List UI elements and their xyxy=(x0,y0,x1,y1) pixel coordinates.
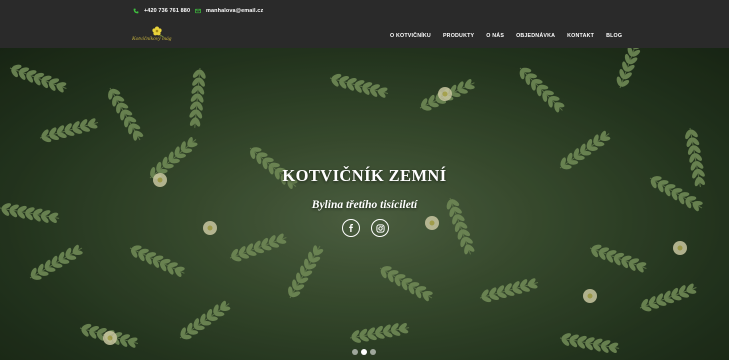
phone-number: +420 736 761 880 xyxy=(144,8,191,14)
instagram-icon xyxy=(375,223,385,233)
nav-item-blog[interactable]: BLOG xyxy=(606,33,622,39)
nav-item-o-kotvicniku[interactable]: O KOTVIČNÍKU xyxy=(390,33,431,39)
nav-item-objednavka[interactable]: OBJEDNÁVKA xyxy=(516,33,555,39)
page: +420 736 761 880 manhalova@email.cz Kotv… xyxy=(0,0,729,360)
slider-dots xyxy=(352,349,376,355)
top-bar: +420 736 761 880 manhalova@email.cz Kotv… xyxy=(0,0,729,48)
facebook-icon xyxy=(349,224,353,232)
main-nav: O KOTVIČNÍKU PRODUKTY O NÁS OBJEDNÁVKA K… xyxy=(390,33,622,39)
site-logo[interactable]: Kotvičníkový mág xyxy=(132,26,188,46)
nav-item-o-nas[interactable]: O NÁS xyxy=(486,33,504,39)
hero-slider: KOTVIČNÍK ZEMNÍ Bylina třetího tisícilet… xyxy=(0,48,729,360)
email-address: manhalova@email.cz xyxy=(206,8,264,14)
phone-icon xyxy=(133,8,139,14)
logo-text: Kotvičníkový mág xyxy=(132,36,172,42)
instagram-button[interactable] xyxy=(371,219,389,237)
envelope-icon xyxy=(195,8,201,14)
nav-item-kontakt[interactable]: KONTAKT xyxy=(567,33,594,39)
facebook-button[interactable] xyxy=(342,219,360,237)
hero-subtitle: Bylina třetího tisíciletí xyxy=(311,199,418,211)
hero-title: KOTVIČNÍK ZEMNÍ xyxy=(282,166,447,185)
nav-item-produkty[interactable]: PRODUKTY xyxy=(443,33,474,39)
phone-contact[interactable]: +420 736 761 880 xyxy=(133,8,190,14)
slider-dot-3[interactable] xyxy=(370,349,376,355)
slider-dot-1[interactable] xyxy=(352,349,358,355)
email-contact[interactable]: manhalova@email.cz xyxy=(195,8,263,14)
slider-dot-2[interactable] xyxy=(361,349,367,355)
